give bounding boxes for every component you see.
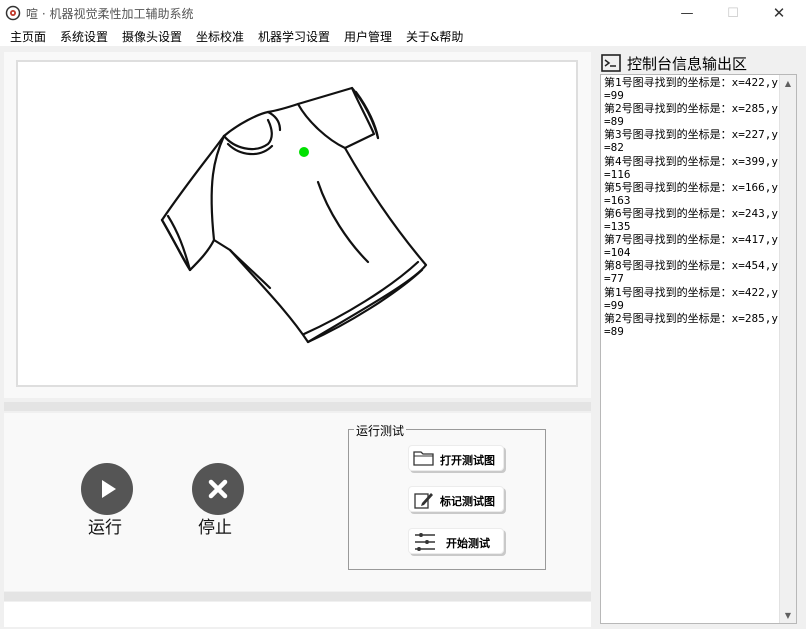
bottom-panel bbox=[4, 602, 591, 627]
console-scrollbar[interactable]: ▲ ▼ bbox=[779, 75, 796, 623]
console-log: 第1号图寻找到的坐标是：x=422,y=99 第2号图寻找到的坐标是：x=285… bbox=[604, 76, 778, 338]
menu-coordinate-calibration[interactable]: 坐标校准 bbox=[196, 28, 244, 45]
open-test-image-label: 打开测试图 bbox=[440, 454, 495, 467]
minimize-button[interactable]: — bbox=[664, 0, 710, 26]
menu-about-help[interactable]: 关于&帮助 bbox=[406, 28, 463, 45]
run-label: 运行 bbox=[88, 518, 122, 538]
console-output[interactable]: 第1号图寻找到的坐标是：x=422,y=99 第2号图寻找到的坐标是：x=285… bbox=[600, 74, 797, 624]
menu-home[interactable]: 主页面 bbox=[10, 28, 46, 45]
run-button[interactable] bbox=[81, 463, 133, 515]
start-test-button[interactable]: 开始测试 bbox=[408, 528, 504, 554]
menu-bar: 主页面 系统设置 摄像头设置 坐标校准 机器学习设置 用户管理 关于&帮助 bbox=[0, 26, 806, 46]
detected-point-marker bbox=[299, 147, 309, 157]
panel-divider-bottom bbox=[4, 592, 591, 601]
edit-icon bbox=[414, 493, 433, 509]
mark-test-image-label: 标记测试图 bbox=[440, 495, 495, 508]
scroll-up-arrow-icon[interactable]: ▲ bbox=[780, 75, 796, 91]
window-title: 喧 · 机器视觉柔性加工辅助系统 bbox=[26, 7, 194, 21]
panel-divider bbox=[4, 402, 591, 411]
test-group-title: 运行测试 bbox=[354, 422, 407, 439]
tshirt-image bbox=[160, 86, 428, 344]
maximize-button[interactable]: ☐ bbox=[710, 0, 756, 26]
sliders-icon bbox=[415, 533, 435, 551]
menu-system-settings[interactable]: 系统设置 bbox=[60, 28, 108, 45]
close-button[interactable]: ✕ bbox=[756, 0, 802, 26]
play-icon bbox=[102, 480, 116, 498]
console-title: 控制台信息输出区 bbox=[627, 55, 748, 73]
menu-user-management[interactable]: 用户管理 bbox=[344, 28, 392, 45]
title-bar: 喧 · 机器视觉柔性加工辅助系统 — ☐ ✕ bbox=[0, 0, 806, 26]
start-test-label: 开始测试 bbox=[446, 537, 490, 550]
stop-button[interactable] bbox=[192, 463, 244, 515]
image-panel bbox=[4, 52, 591, 398]
app-logo-icon bbox=[5, 5, 21, 21]
folder-icon bbox=[413, 451, 434, 466]
terminal-icon bbox=[601, 54, 621, 72]
stop-label: 停止 bbox=[198, 518, 232, 538]
image-display bbox=[16, 60, 578, 387]
menu-camera-settings[interactable]: 摄像头设置 bbox=[122, 28, 182, 45]
close-x-icon bbox=[208, 479, 228, 499]
open-test-image-button[interactable]: 打开测试图 bbox=[408, 445, 504, 471]
menu-ml-settings[interactable]: 机器学习设置 bbox=[258, 28, 330, 45]
console-header: 控制台信息输出区 bbox=[600, 53, 800, 73]
mark-test-image-button[interactable]: 标记测试图 bbox=[408, 486, 504, 512]
scroll-down-arrow-icon[interactable]: ▼ bbox=[780, 607, 796, 623]
